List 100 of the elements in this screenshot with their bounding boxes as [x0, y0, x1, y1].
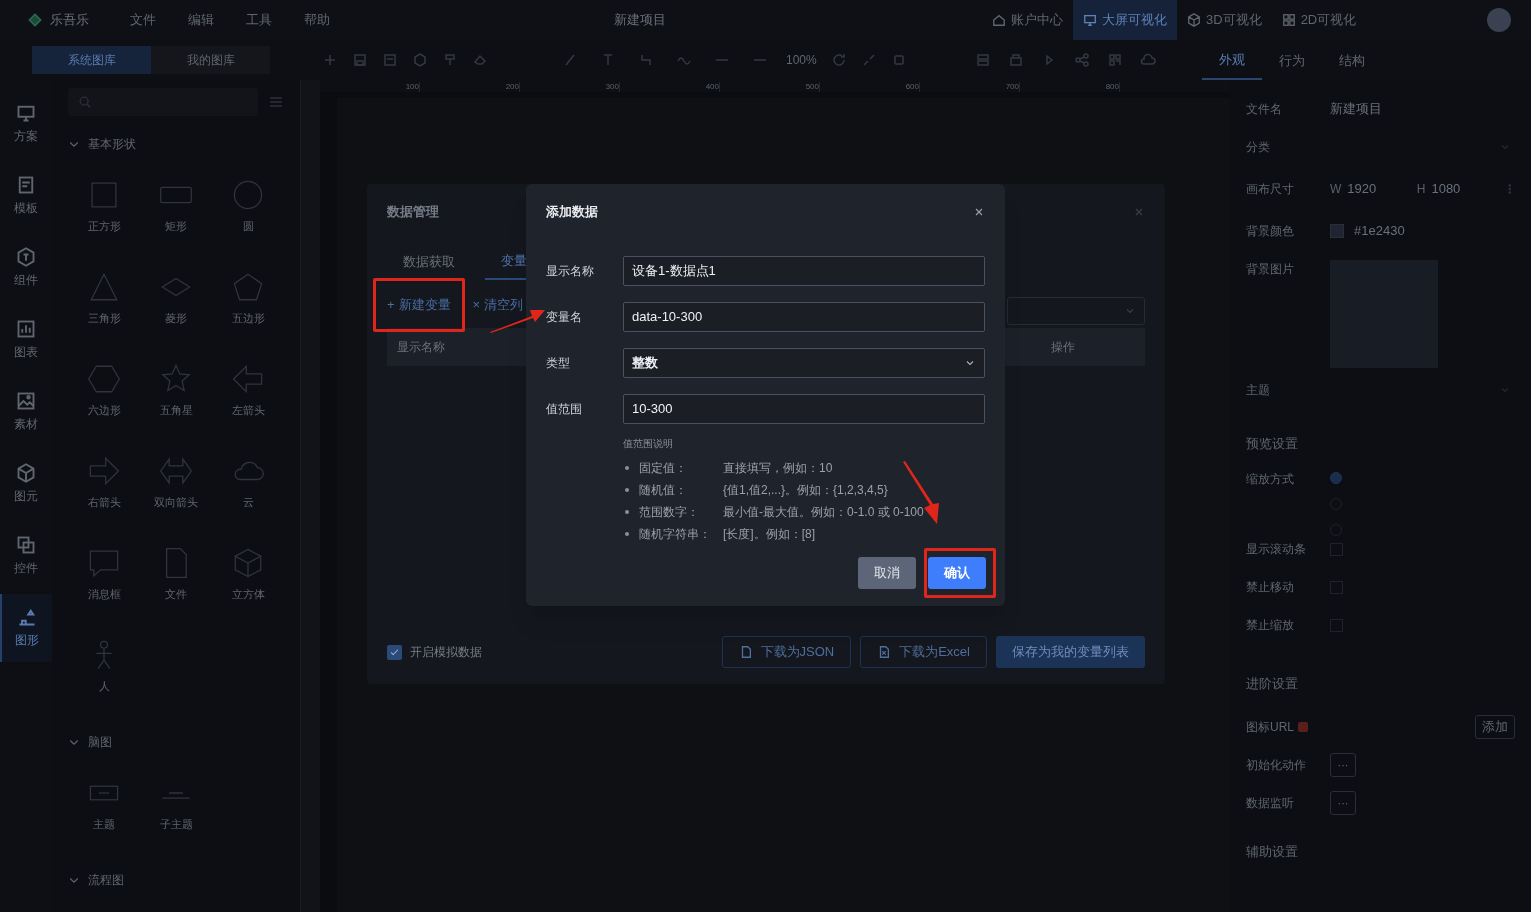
shape-label: 消息框	[87, 586, 121, 602]
field-label: 分类	[1246, 139, 1271, 156]
height-prefix: H	[1416, 181, 1426, 198]
menu-item[interactable]: 工具	[246, 10, 304, 30]
hexagon-icon[interactable]	[412, 52, 428, 68]
nav-tab[interactable]: 大屏可视化	[1073, 0, 1177, 40]
avatar[interactable]	[1487, 8, 1511, 32]
color-swatch[interactable]	[1330, 224, 1344, 238]
box-icon[interactable]	[1007, 52, 1024, 68]
tab[interactable]: 数据获取	[387, 244, 471, 280]
cloud-icon[interactable]	[1139, 52, 1156, 68]
field-label: 数据监听	[1246, 795, 1295, 812]
menu-item[interactable]: 编辑	[188, 10, 246, 30]
page-icon[interactable]	[382, 52, 398, 68]
group-header[interactable]: 基本形状	[68, 122, 284, 166]
shape-label: 菱形	[165, 310, 187, 326]
search-icon	[78, 95, 92, 109]
brush-icon[interactable]	[442, 52, 458, 68]
width-prefix: W	[1330, 181, 1342, 198]
cube-icon	[16, 463, 36, 483]
nav-tab[interactable]: 3D可视化	[1177, 0, 1272, 40]
width-value[interactable]: 1920	[1347, 179, 1377, 199]
toolbar-link[interactable]: + 新建变量	[387, 295, 451, 315]
menu-item[interactable]: 文件	[130, 10, 188, 30]
group-header[interactable]: 脑图	[68, 720, 284, 764]
more-button[interactable]: ···	[1330, 753, 1356, 777]
save-button[interactable]: 保存为我的变量列表	[996, 636, 1145, 668]
mock-data-checkbox[interactable]: 开启模拟数据	[387, 643, 482, 661]
shape-label: 立方体	[231, 586, 265, 602]
section-title: 预览设置	[1246, 435, 1299, 453]
library-tab[interactable]: 系统图库	[32, 46, 151, 74]
rail-item[interactable]: 图表	[0, 306, 52, 374]
column-header: 操作	[1051, 338, 1075, 356]
shape-label: 人	[98, 678, 110, 694]
type-select[interactable]: 整数	[623, 348, 985, 378]
plus-icon[interactable]	[322, 52, 338, 68]
download-button[interactable]: 下载为Excel	[860, 636, 987, 668]
ruler-label: 300	[605, 82, 619, 91]
rule-description: [长度]。例如：[8]	[723, 526, 815, 543]
field-label: 显示名称	[546, 263, 595, 280]
shape-label: 六边形	[87, 402, 121, 418]
shape-label: 文件	[165, 586, 187, 602]
cancel-button[interactable]: 取消	[858, 557, 916, 589]
ruler-label: 100	[405, 82, 419, 91]
filter-select[interactable]	[1007, 297, 1145, 325]
rail-item[interactable]: 图形	[0, 594, 52, 662]
layers-icon[interactable]	[974, 52, 991, 68]
menu-item[interactable]: 帮助	[304, 10, 362, 30]
grid-icon	[1281, 13, 1296, 27]
toolbar-link[interactable]: × 清空列	[472, 295, 524, 315]
shape-label: 圆	[242, 218, 254, 234]
spreadsheet-file-icon	[877, 645, 892, 659]
ruler-label: 500	[805, 82, 819, 91]
field-label: 文件名	[1246, 101, 1283, 118]
save-icon[interactable]	[352, 52, 368, 68]
field-label: 主题	[1246, 382, 1271, 399]
color-value[interactable]: #1e2430	[1354, 221, 1405, 241]
field-label: 禁止缩放	[1246, 617, 1295, 634]
rail-item[interactable]: 方案	[0, 90, 52, 158]
logo-icon	[26, 11, 44, 29]
search-field[interactable]	[68, 88, 258, 116]
zoom-level[interactable]: 100%	[786, 51, 817, 69]
column-header: 显示名称	[397, 338, 445, 356]
ruler-label: 600	[905, 82, 919, 91]
group-header[interactable]: 流程图	[68, 858, 284, 902]
close-icon[interactable]	[973, 206, 985, 218]
menu-icon[interactable]	[268, 94, 284, 110]
share-icon[interactable]	[1073, 52, 1090, 68]
image-icon	[16, 391, 36, 411]
field-label: 显示滚动条	[1246, 541, 1307, 558]
nav-tab[interactable]: 账户中心	[982, 0, 1073, 40]
inspector-tab[interactable]: 结构	[1321, 48, 1382, 80]
qr-code-icon[interactable]	[1106, 52, 1123, 68]
monitor-icon	[1083, 13, 1097, 27]
field-label: 值范围	[546, 401, 583, 418]
rail-item[interactable]: 模板	[0, 162, 52, 230]
rail-item[interactable]: 控件	[0, 522, 52, 590]
height-value[interactable]: 1080	[1431, 179, 1461, 199]
download-button[interactable]: 下载为JSON	[721, 636, 852, 668]
refresh-icon[interactable]	[830, 52, 847, 68]
rail-item[interactable]: 图元	[0, 450, 52, 518]
shapes-icon	[17, 607, 37, 627]
input-field[interactable]: data-10-300	[623, 302, 985, 332]
rail-item[interactable]: 素材	[0, 378, 52, 446]
field-label: 画布尺寸	[1246, 181, 1295, 198]
radio-button[interactable]	[1330, 472, 1342, 484]
eraser-icon[interactable]	[472, 52, 488, 68]
check-icon	[389, 646, 400, 658]
input-field[interactable]: 10-300	[623, 394, 985, 424]
inspector-tab[interactable]: 行为	[1261, 48, 1322, 80]
rail-item[interactable]: 组件	[0, 234, 52, 302]
library-tab[interactable]: 我的图库	[151, 46, 270, 74]
add-button[interactable]: 添加	[1475, 715, 1515, 739]
field-label: 禁止移动	[1246, 579, 1295, 596]
more-button[interactable]: ···	[1330, 791, 1356, 815]
confirm-button[interactable]: 确认	[928, 557, 986, 589]
nav-tab[interactable]: 2D可视化	[1271, 0, 1367, 40]
input-field[interactable]: 设备1-数据点1	[623, 256, 985, 286]
rule-term: 范围数字：	[639, 504, 700, 521]
overlapping-squares-icon	[16, 535, 36, 555]
